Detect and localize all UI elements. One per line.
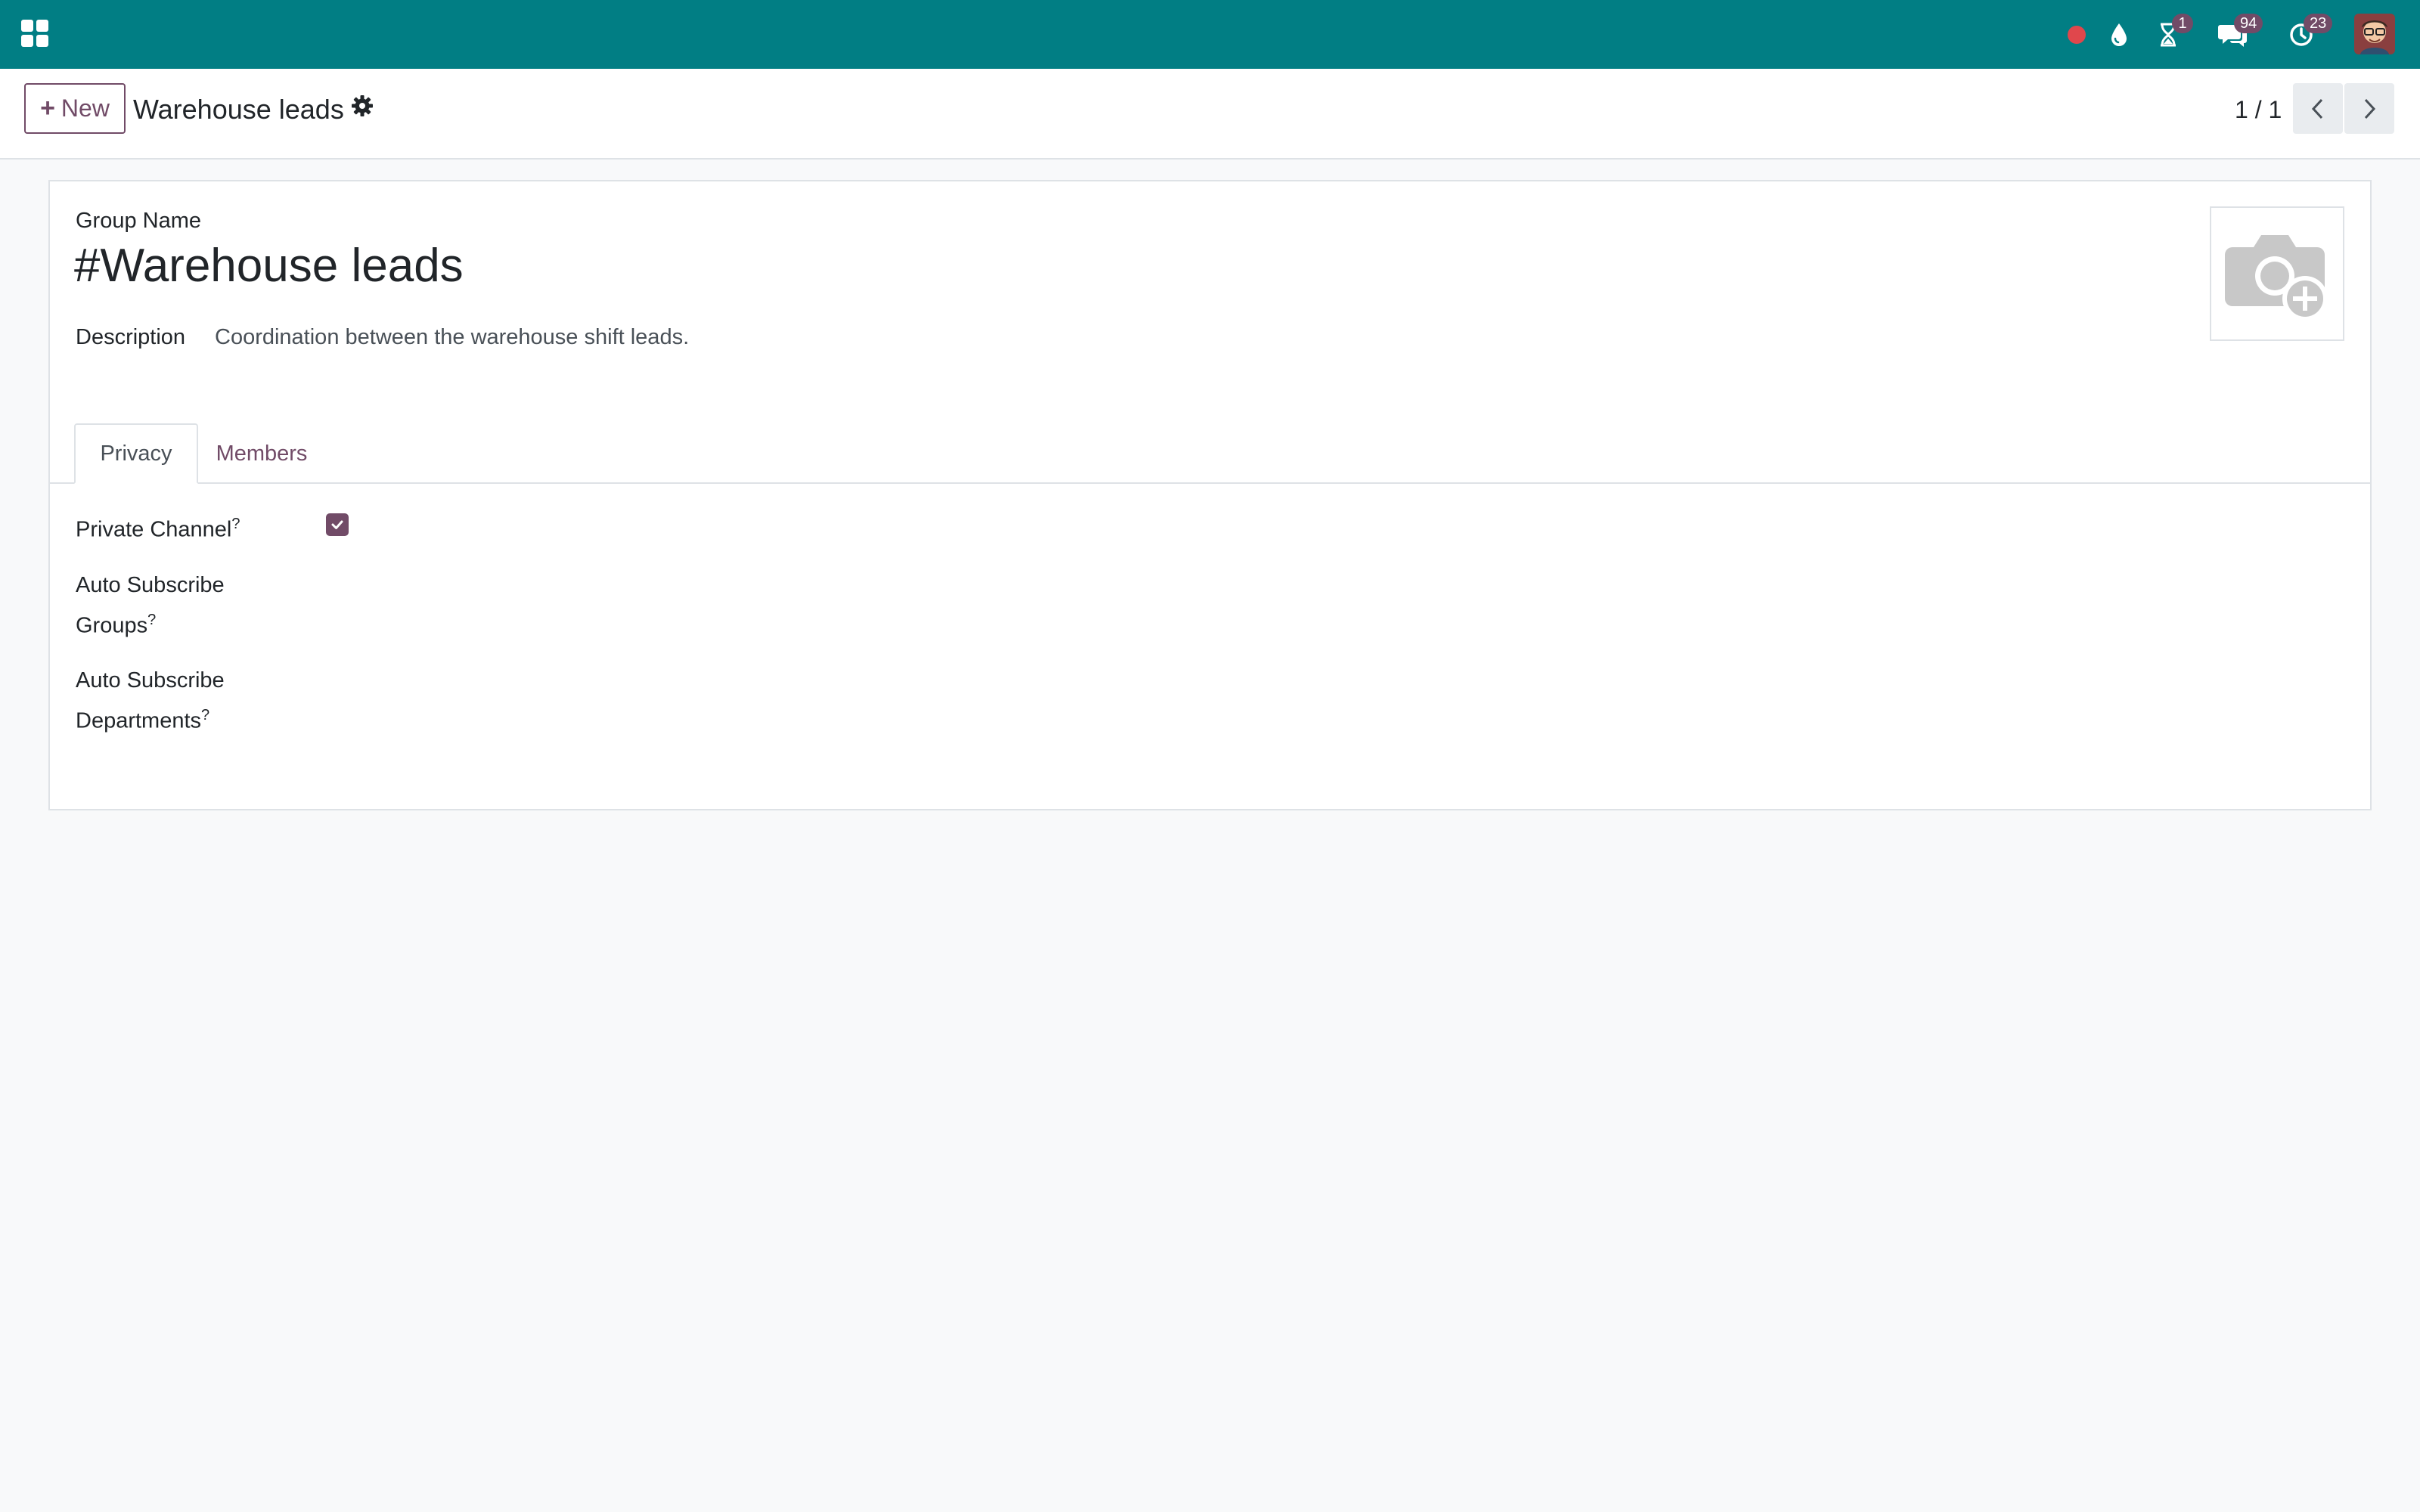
description-label: Description [76,325,186,349]
auto-subscribe-departments-label-line1: Auto Subscribe [76,668,225,692]
group-name-field[interactable]: #Warehouse leads [74,236,464,296]
tab-privacy[interactable]: Privacy [74,423,198,484]
clock-button[interactable]: 23 [2282,0,2333,69]
activities-button[interactable]: 1 [2149,0,2193,69]
droplet-icon[interactable] [2104,0,2134,69]
pager-next-button[interactable] [2344,83,2394,134]
help-tooltip-icon[interactable]: ? [201,707,209,723]
private-channel-label-text: Private Channel [76,517,232,542]
help-tooltip-icon[interactable]: ? [231,516,240,532]
record-dot-icon[interactable] [2062,0,2092,69]
top-navbar: 1 94 23 [0,0,2420,69]
auto-subscribe-groups-label-line1: Auto Subscribe [76,573,225,597]
auto-subscribe-departments-label: Auto Subscribe Departments? [76,663,225,739]
auto-subscribe-departments-label-line2: Departments [76,708,202,733]
private-channel-checkbox[interactable] [326,513,349,536]
chevron-left-icon [2311,98,2323,119]
activities-count-badge: 1 [2172,14,2193,33]
control-panel: + New Warehouse leads 1 / 1 [0,69,2420,160]
apps-grid-icon[interactable] [21,20,48,47]
help-tooltip-icon[interactable]: ? [147,612,156,628]
tabs-divider [50,482,2370,484]
clock-count-badge: 23 [2304,14,2333,33]
gear-icon[interactable] [351,94,377,120]
auto-subscribe-groups-label-line2: Groups [76,613,148,638]
user-avatar[interactable] [2354,14,2395,54]
camera-plus-icon [2225,235,2328,321]
plus-icon: + [40,94,55,122]
form-sheet: Group Name #Warehouse leads Description … [48,180,2372,810]
chevron-right-icon [2364,98,2376,119]
image-upload[interactable] [2210,206,2344,341]
messages-count-badge: 94 [2234,14,2263,33]
pager-value[interactable]: 1 / 1 [2235,91,2282,128]
group-name-label: Group Name [76,209,202,233]
auto-subscribe-groups-label: Auto Subscribe Groups? [76,568,225,643]
new-button-label: New [60,94,110,122]
new-button[interactable]: + New [24,83,126,134]
pager-previous-button[interactable] [2293,83,2343,134]
private-channel-label: Private Channel? [76,507,240,547]
description-field[interactable]: Coordination between the warehouse shift… [215,325,689,350]
tab-members[interactable]: Members [200,423,324,484]
messages-button[interactable]: 94 [2213,0,2263,69]
breadcrumb-title: Warehouse leads [133,94,344,125]
checkmark-icon [331,520,343,529]
